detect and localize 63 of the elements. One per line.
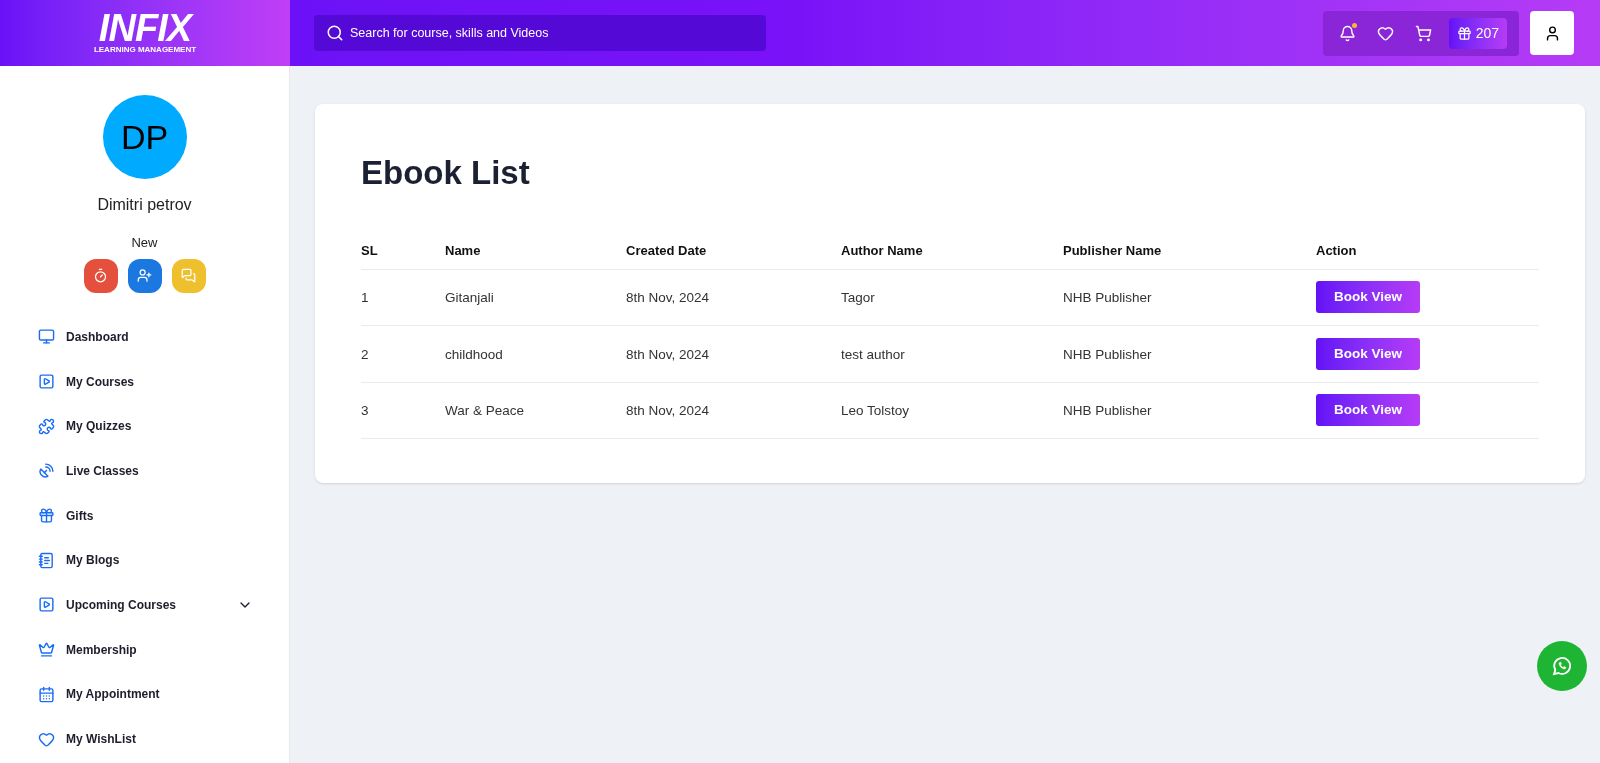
badge-level: New xyxy=(131,234,158,252)
table-cell: NHB Publisher xyxy=(1063,346,1152,362)
logo-wordmark: INFIX xyxy=(98,11,192,45)
table-cell: 2 xyxy=(361,346,369,362)
column-header: Author Name xyxy=(841,243,923,258)
column-header: Name xyxy=(445,243,481,258)
sidebar-item[interactable]: My Courses xyxy=(38,359,253,404)
profile-button[interactable] xyxy=(1530,11,1574,55)
chat-badge-icon xyxy=(171,258,206,293)
puzzle-icon xyxy=(38,417,55,435)
play-icon xyxy=(38,596,55,614)
add-user-badge-icon xyxy=(127,258,162,293)
table-cell: test author xyxy=(841,346,905,362)
table-cell: 8th Nov, 2024 xyxy=(626,290,710,306)
table-cell: 8th Nov, 2024 xyxy=(626,346,710,362)
heart-icon xyxy=(1377,24,1395,42)
table-cell: childhood xyxy=(445,346,503,362)
monitor-icon xyxy=(38,328,55,346)
column-header: SL xyxy=(361,243,378,258)
calendar-icon xyxy=(38,685,55,703)
logo-tagline: LEARNING MANAGEMENT xyxy=(93,45,197,55)
sidebar-item[interactable]: Gifts xyxy=(38,493,253,538)
table-cell: Leo Tolstoy xyxy=(841,403,910,419)
table-cell: Gitanjali xyxy=(445,290,494,306)
sidebar-item[interactable]: My Quizzes xyxy=(38,403,253,449)
gift-icon xyxy=(38,507,55,525)
table-cell: Tagor xyxy=(841,290,875,306)
sidebar-item[interactable]: Live Classes xyxy=(38,448,253,494)
note-icon xyxy=(38,551,55,569)
avatar-initials: DP xyxy=(102,95,187,179)
page-title: Ebook List xyxy=(361,153,531,193)
user-name: Dimitri petrov xyxy=(97,195,192,215)
cart-icon xyxy=(1415,24,1433,42)
search-icon xyxy=(326,24,344,42)
search-field[interactable]: Search for course, skills and Videos xyxy=(314,15,766,51)
satellite-dish-icon xyxy=(38,462,55,480)
book-view-button[interactable]: Book View xyxy=(1316,394,1421,427)
gift-icon xyxy=(1456,25,1472,41)
sidebar-item[interactable]: My Blogs xyxy=(38,537,253,583)
bell-icon xyxy=(1339,24,1357,42)
column-header: Action xyxy=(1316,243,1357,258)
heart-icon xyxy=(38,730,55,748)
chat-button[interactable] xyxy=(1537,641,1587,691)
play-icon xyxy=(38,373,55,391)
column-header: Publisher Name xyxy=(1063,243,1162,258)
table-cell: NHB Publisher xyxy=(1063,290,1152,306)
book-view-button[interactable]: Book View xyxy=(1316,337,1421,370)
table-cell: 3 xyxy=(361,403,369,419)
table-cell: NHB Publisher xyxy=(1063,403,1152,419)
timer-badge-icon xyxy=(83,258,118,293)
sidebar-item[interactable]: My Appointment xyxy=(38,672,253,717)
sidebar-item[interactable]: Upcoming Courses xyxy=(38,582,253,628)
sidebar-item[interactable]: Dashboard xyxy=(38,314,253,360)
crown-icon xyxy=(38,641,55,659)
column-header: Created Date xyxy=(626,243,707,258)
book-view-button[interactable]: Book View xyxy=(1316,281,1421,314)
table-cell: 8th Nov, 2024 xyxy=(626,403,710,419)
gift-points-button[interactable]: 207 xyxy=(1448,17,1507,49)
whatsapp-icon xyxy=(1550,654,1574,678)
table-cell: War & Peace xyxy=(445,403,525,419)
sidebar-item[interactable]: Membership xyxy=(38,627,253,672)
sidebar-item[interactable]: My WishList xyxy=(38,716,253,762)
table-cell: 1 xyxy=(361,290,369,306)
